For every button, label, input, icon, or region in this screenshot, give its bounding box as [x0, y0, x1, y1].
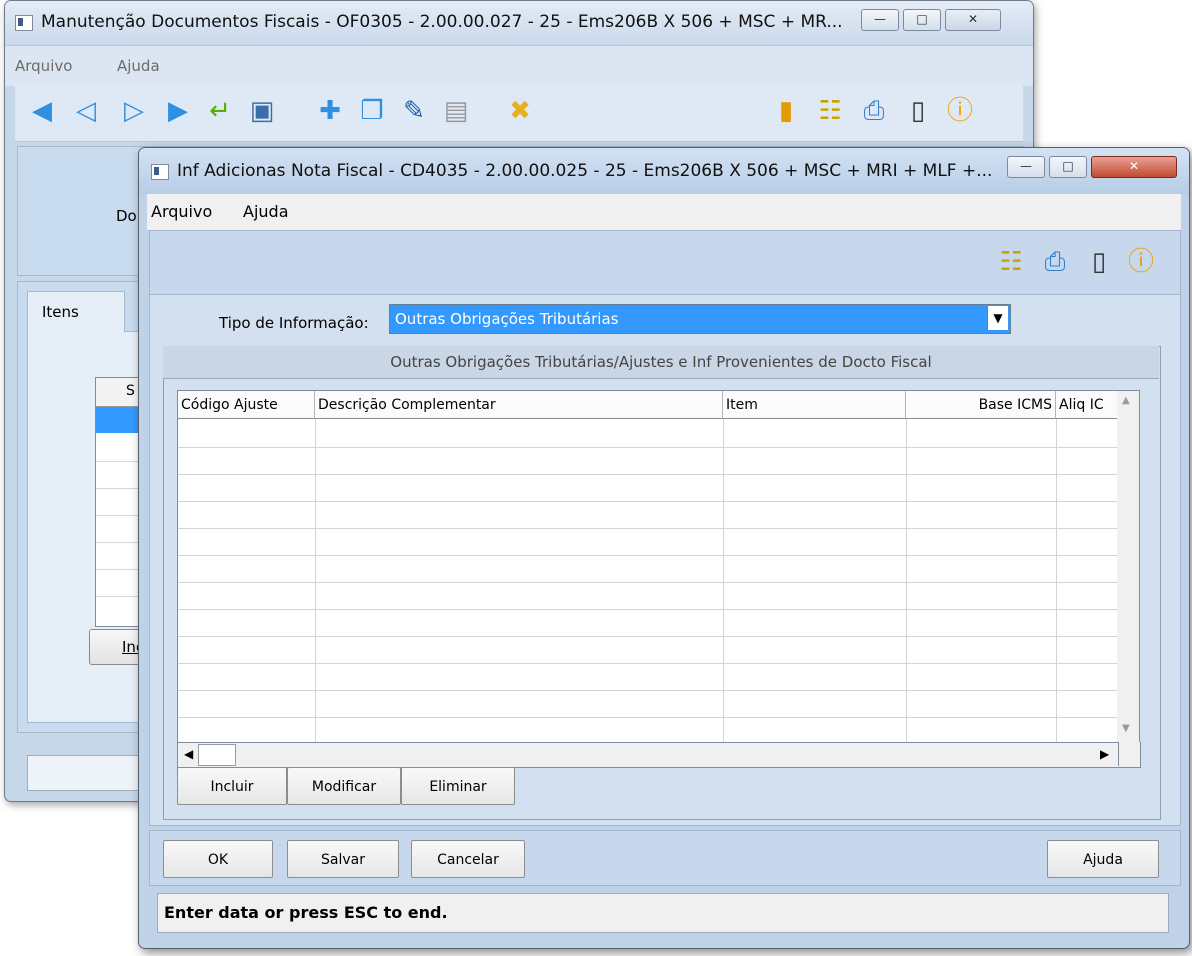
status-bar: Enter data or press ESC to end.: [157, 893, 1169, 933]
incluir-button[interactable]: Incluir: [177, 767, 287, 805]
salvar-button[interactable]: Salvar: [287, 840, 399, 878]
horizontal-scrollbar[interactable]: ◀ ▶: [177, 742, 1141, 768]
column-header-codigo-ajuste[interactable]: Código Ajuste: [178, 391, 315, 419]
back-title-bar[interactable]: Manutenção Documentos Fiscais - OF0305 -…: [5, 1, 1033, 45]
ajuda-button[interactable]: Ajuda: [1047, 840, 1159, 878]
tab-itens-label: Itens: [42, 303, 79, 321]
menu-arquivo[interactable]: Arquivo: [15, 57, 72, 75]
tree-icon[interactable]: ☷: [996, 247, 1026, 277]
tipo-informacao-label: Tipo de Informação:: [219, 314, 369, 332]
column-header-descricao[interactable]: Descrição Complementar: [315, 391, 723, 419]
minimize-button[interactable]: —: [1007, 156, 1045, 178]
menu-ajuda[interactable]: Ajuda: [243, 202, 289, 221]
help-icon[interactable]: ⓘ: [945, 96, 975, 126]
print-icon[interactable]: ⎙: [1040, 247, 1070, 277]
front-title-bar[interactable]: Inf Adicionas Nota Fiscal - CD4035 - 2.0…: [139, 148, 1189, 194]
scroll-right-icon[interactable]: ▶: [1100, 747, 1109, 761]
scroll-corner: [1118, 742, 1140, 766]
ajustes-table[interactable]: Código Ajuste Descrição Complementar Ite…: [177, 390, 1119, 768]
exit-icon[interactable]: ▯: [903, 96, 933, 126]
maximize-button[interactable]: □: [1049, 156, 1087, 178]
search-icon[interactable]: ▣: [247, 96, 277, 126]
back-window-title: Manutenção Documentos Fiscais - OF0305 -…: [41, 12, 843, 32]
close-button[interactable]: ✕: [1091, 156, 1177, 178]
eliminar-button[interactable]: Eliminar: [401, 767, 515, 805]
first-record-icon[interactable]: ◀: [27, 96, 57, 126]
scroll-left-icon[interactable]: ◀: [184, 747, 193, 761]
scroll-thumb[interactable]: [198, 744, 236, 766]
grid-header-label: S: [126, 383, 135, 399]
window-app-icon[interactable]: [15, 15, 33, 31]
back-menu-bar: Arquivo Ajuda: [5, 45, 1033, 86]
help-icon[interactable]: ⓘ: [1126, 247, 1156, 277]
next-record-icon[interactable]: ▷: [119, 96, 149, 126]
cancel-record-icon[interactable]: ✖: [505, 96, 535, 126]
group-title-bar: Outras Obrigações Tributárias/Ajustes e …: [163, 346, 1159, 379]
goto-icon[interactable]: ↵: [205, 96, 235, 126]
menu-ajuda[interactable]: Ajuda: [117, 57, 160, 75]
book-icon[interactable]: ▮: [771, 96, 801, 126]
column-header-item[interactable]: Item: [723, 391, 906, 419]
maximize-button[interactable]: □: [903, 9, 941, 31]
front-toolbar: ☷ ⎙ ▯ ⓘ: [149, 230, 1181, 296]
print-icon[interactable]: ⎙: [859, 96, 889, 126]
minimize-button[interactable]: —: [861, 9, 899, 31]
front-menu-bar: Arquivo Ajuda: [147, 194, 1181, 230]
doc-label: Do: [116, 207, 137, 225]
menu-arquivo[interactable]: Arquivo: [151, 202, 212, 221]
modificar-button[interactable]: Modificar: [287, 767, 401, 805]
copy-record-icon[interactable]: ❐: [357, 96, 387, 126]
window-app-icon[interactable]: [151, 164, 169, 180]
column-header-base-icms[interactable]: Base ICMS: [906, 391, 1056, 419]
front-window: Inf Adicionas Nota Fiscal - CD4035 - 2.0…: [138, 147, 1190, 949]
vertical-scrollbar[interactable]: ▲ ▼: [1117, 390, 1140, 744]
column-header-aliq-icms[interactable]: Aliq IC: [1056, 391, 1118, 419]
chevron-down-icon[interactable]: ▼: [987, 306, 1008, 330]
exit-icon[interactable]: ▯: [1084, 247, 1114, 277]
status-text: Enter data or press ESC to end.: [164, 903, 448, 922]
prev-record-icon[interactable]: ◁: [71, 96, 101, 126]
tipo-informacao-value: Outras Obrigações Tributárias: [395, 310, 619, 328]
ok-button[interactable]: OK: [163, 840, 273, 878]
tree-icon[interactable]: ☷: [815, 96, 845, 126]
last-record-icon[interactable]: ▶: [163, 96, 193, 126]
delete-record-icon[interactable]: ▤: [441, 96, 471, 126]
close-button[interactable]: ✕: [945, 9, 1001, 31]
new-record-icon[interactable]: ✚: [315, 96, 345, 126]
tipo-informacao-select[interactable]: Outras Obrigações Tributárias: [389, 304, 1011, 334]
scroll-down-icon[interactable]: ▼: [1122, 723, 1130, 734]
cancelar-button[interactable]: Cancelar: [411, 840, 525, 878]
edit-record-icon[interactable]: ✎: [399, 96, 429, 126]
scroll-up-icon[interactable]: ▲: [1122, 395, 1130, 406]
back-toolbar: ◀ ◁ ▷ ▶ ↵ ▣ ✚ ❐ ✎ ▤ ✖ ▮ ☷ ⎙ ▯ ⓘ: [15, 85, 1023, 142]
front-window-title: Inf Adicionas Nota Fiscal - CD4035 - 2.0…: [177, 161, 993, 181]
tab-itens[interactable]: Itens: [27, 291, 125, 332]
group-title: Outras Obrigações Tributárias/Ajustes e …: [390, 353, 932, 371]
